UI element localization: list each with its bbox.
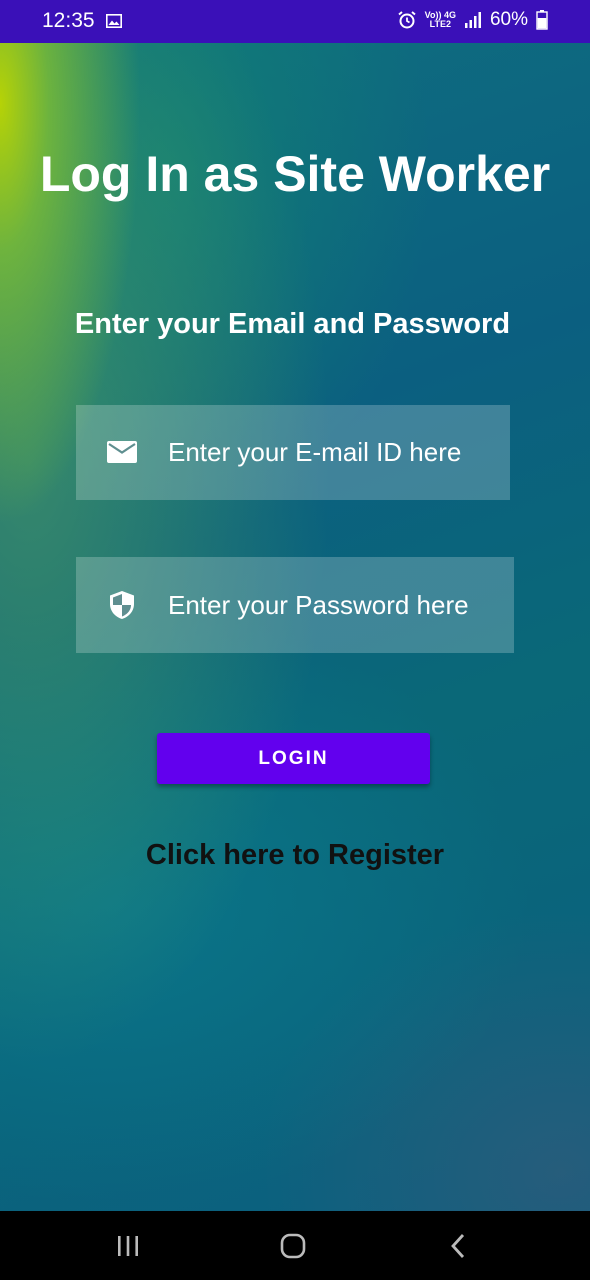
status-icons: Vo)) 4G LTE2 60% xyxy=(397,9,548,31)
signal-icon xyxy=(464,12,481,28)
mail-icon xyxy=(107,440,137,463)
navigation-bar xyxy=(0,1211,590,1280)
back-icon xyxy=(451,1233,465,1258)
email-input[interactable] xyxy=(168,437,488,468)
battery-icon xyxy=(536,10,548,30)
email-field-container[interactable] xyxy=(76,405,510,500)
home-button[interactable] xyxy=(253,1211,333,1280)
gallery-icon xyxy=(106,14,122,28)
home-icon xyxy=(280,1233,306,1258)
shield-icon xyxy=(110,591,134,619)
status-bar: 12:35 Vo)) 4G LTE2 60% xyxy=(0,0,590,43)
battery-percent: 60% xyxy=(489,9,528,30)
status-time: 12:35 xyxy=(42,9,95,32)
password-field-container[interactable] xyxy=(76,557,514,653)
login-screen: Log In as Site Worker Enter your Email a… xyxy=(0,43,590,1211)
login-button[interactable]: LOGIN xyxy=(157,733,430,784)
page-subtitle: Enter your Email and Password xyxy=(74,308,511,340)
alarm-icon xyxy=(397,11,416,29)
back-button[interactable] xyxy=(418,1211,498,1280)
register-link[interactable]: Click here to Register xyxy=(0,839,590,872)
password-input[interactable] xyxy=(168,589,488,621)
recent-apps-button[interactable] xyxy=(88,1211,168,1280)
network-indicator: Vo)) 4G LTE2 xyxy=(424,10,456,29)
page-title: Log In as Site Worker xyxy=(39,146,551,202)
recent-apps-icon xyxy=(118,1235,138,1256)
